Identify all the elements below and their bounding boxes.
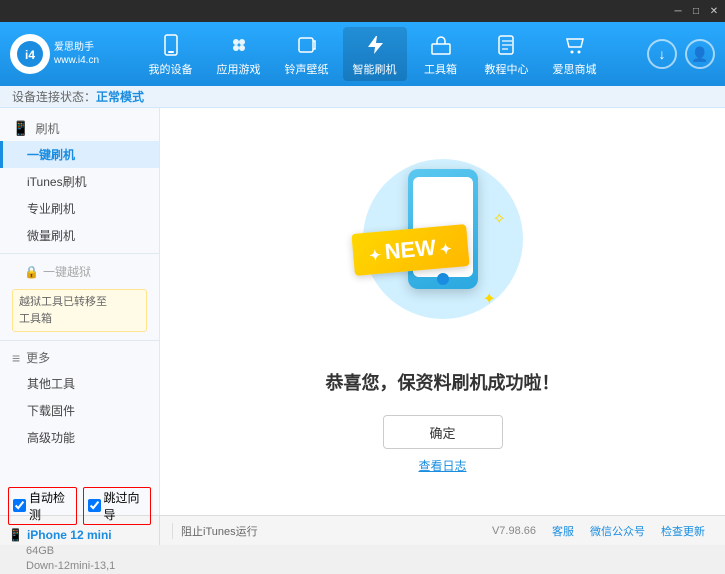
sparkle-2: ✧ (493, 209, 506, 229)
sidebar-item-micro-flash[interactable]: 微量刷机 (0, 222, 159, 249)
sidebar-section-more[interactable]: ≡ 更多 (0, 345, 159, 370)
sidebar-item-itunes-flash[interactable]: iTunes刷机 (0, 168, 159, 195)
flash-section-icon: 📱 (12, 120, 29, 137)
via-wizard-checkbox[interactable]: 跳过向导 (83, 487, 152, 525)
via-wizard-label: 跳过向导 (104, 489, 147, 523)
checkboxes-row: 自动检测 跳过向导 (8, 487, 151, 525)
close-btn[interactable]: ✕ (707, 4, 721, 18)
sidebar-section-more-label: 更多 (26, 349, 50, 366)
confirm-button[interactable]: 确定 (383, 415, 503, 449)
ringtone-icon (293, 31, 321, 59)
bottom-right: 阻止iTunes运行 V7.98.66 客服 微信公众号 检查更新 (160, 523, 725, 539)
bottom-left: 自动检测 跳过向导 📱 iPhone 12 mini 64GB Down-12m… (0, 516, 160, 545)
sidebar-section-flash[interactable]: 📱 刷机 (0, 116, 159, 141)
lock-icon: 🔒 (24, 265, 39, 279)
logo-url: www.i4.cn (54, 54, 99, 67)
sparkle-3: ✦ (483, 289, 496, 309)
sidebar-section-flash-label: 刷机 (35, 120, 59, 137)
auto-detect-input[interactable] (13, 499, 26, 512)
success-illustration: ✦ ✧ ✦ NEW (343, 149, 543, 349)
nav-tutorial[interactable]: 教程中心 (475, 27, 539, 81)
device-status-value: 正常模式 (96, 88, 144, 105)
sidebar-jailbreak-note: 越狱工具已转移至工具箱 (12, 289, 147, 332)
sidebar-divider-2 (0, 340, 159, 341)
logo-text: 爱思助手 www.i4.cn (54, 41, 99, 67)
device-firmware: Down-12mini-13,1 (26, 560, 115, 572)
support-link[interactable]: 客服 (552, 523, 574, 539)
user-btn[interactable]: 👤 (685, 39, 715, 69)
maximize-btn[interactable]: □ (689, 4, 703, 18)
more-section-icon: ≡ (12, 350, 20, 366)
phone-icon (157, 31, 185, 59)
svg-text:i4: i4 (25, 48, 35, 62)
sidebar-divider-1 (0, 253, 159, 254)
flash-icon (361, 31, 389, 59)
device-name: iPhone 12 mini (27, 527, 112, 544)
store-icon (561, 31, 589, 59)
nav-apps-label: 应用游戏 (217, 61, 261, 77)
phone-home-btn (437, 273, 449, 285)
check-update-link[interactable]: 检查更新 (661, 523, 705, 539)
nav-toolbox-label: 工具箱 (424, 61, 457, 77)
bottom-end: V7.98.66 客服 微信公众号 检查更新 (492, 523, 713, 539)
nav-smart-flash[interactable]: 智能刷机 (343, 27, 407, 81)
nav-my-device[interactable]: 我的设备 (139, 27, 203, 81)
full-bottom: 自动检测 跳过向导 📱 iPhone 12 mini 64GB Down-12m… (0, 515, 725, 545)
wechat-link[interactable]: 微信公众号 (590, 523, 645, 539)
minimize-btn[interactable]: ─ (671, 4, 685, 18)
main-area: 📱 刷机 一键刷机 iTunes刷机 专业刷机 微量刷机 🔒 一键越狱 越狱工具… (0, 108, 725, 515)
download-btn[interactable]: ↓ (647, 39, 677, 69)
nav-my-device-label: 我的设备 (149, 61, 193, 77)
nav-smart-flash-label: 智能刷机 (353, 61, 397, 77)
logo-icon: i4 (10, 34, 50, 74)
logo-area: i4 爱思助手 www.i4.cn (10, 34, 100, 74)
version-label: V7.98.66 (492, 525, 536, 537)
content-area: ✦ ✧ ✦ NEW 恭喜您，保资料刷机成功啦！ 确定 查看日志 (160, 108, 725, 515)
view-log-link[interactable]: 查看日志 (418, 457, 466, 474)
header: i4 爱思助手 www.i4.cn 我的设备 (0, 22, 725, 86)
itunes-status: 阻止iTunes运行 (172, 523, 258, 539)
success-text: 恭喜您，保资料刷机成功啦！ (326, 369, 560, 395)
sidebar-item-other-tools[interactable]: 其他工具 (0, 370, 159, 397)
apps-icon (225, 31, 253, 59)
nav-tutorial-label: 教程中心 (485, 61, 529, 77)
auto-detect-checkbox[interactable]: 自动检测 (8, 487, 77, 525)
nav-store-label: 爱思商城 (553, 61, 597, 77)
device-status-bar: 设备连接状态： 正常模式 (0, 86, 725, 108)
device-info: 📱 iPhone 12 mini 64GB Down-12mini-13,1 (8, 527, 151, 574)
sidebar-item-download-firmware[interactable]: 下载固件 (0, 397, 159, 424)
via-wizard-input[interactable] (88, 499, 101, 512)
nav-items: 我的设备 应用游戏 铃声壁纸 (100, 27, 645, 81)
header-right: ↓ 👤 (645, 39, 715, 69)
nav-ringtones[interactable]: 铃声壁纸 (275, 27, 339, 81)
sidebar-item-pro-flash[interactable]: 专业刷机 (0, 195, 159, 222)
sidebar-jailbreak-locked: 🔒 一键越狱 (0, 258, 159, 285)
device-phone-icon: 📱 (8, 527, 23, 544)
sidebar-item-advanced[interactable]: 高级功能 (0, 424, 159, 451)
device-storage: 64GB (26, 545, 54, 557)
nav-ringtones-label: 铃声壁纸 (285, 61, 329, 77)
auto-detect-label: 自动检测 (29, 489, 72, 523)
logo-name: 爱思助手 (54, 41, 99, 54)
device-status-label: 设备连接状态： (12, 88, 96, 105)
sidebar: 📱 刷机 一键刷机 iTunes刷机 专业刷机 微量刷机 🔒 一键越狱 越狱工具… (0, 108, 160, 515)
toolbox-icon (427, 31, 455, 59)
tutorial-icon (493, 31, 521, 59)
sidebar-item-onekey-flash[interactable]: 一键刷机 (0, 141, 159, 168)
nav-toolbox[interactable]: 工具箱 (411, 27, 471, 81)
nav-apps[interactable]: 应用游戏 (207, 27, 271, 81)
title-bar: ─ □ ✕ (0, 0, 725, 22)
nav-store[interactable]: 爱思商城 (543, 27, 607, 81)
